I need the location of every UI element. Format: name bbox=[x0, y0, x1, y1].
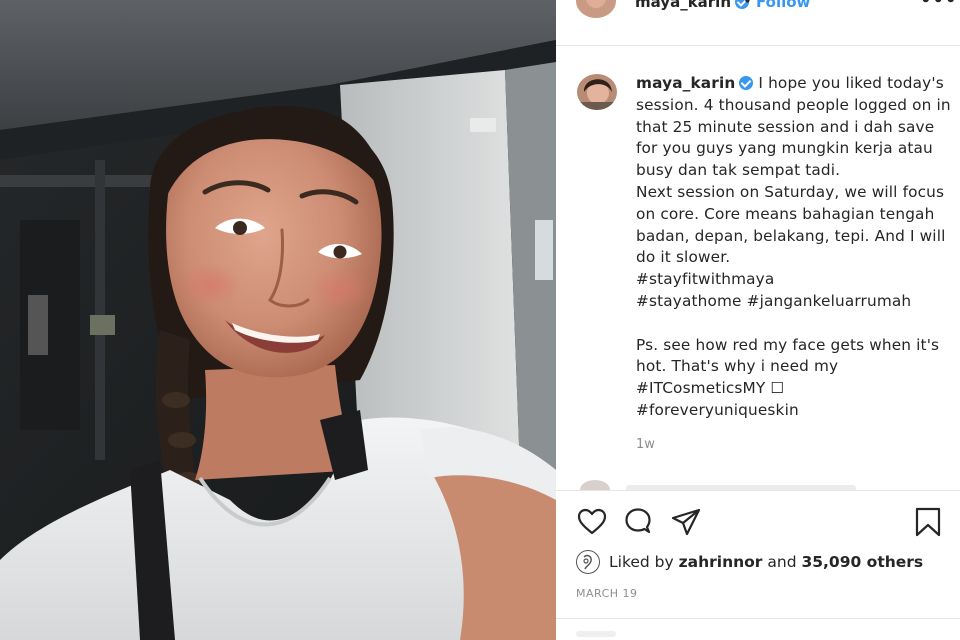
likes-count[interactable]: 35,090 others bbox=[801, 553, 923, 571]
separator-dot: • bbox=[743, 0, 752, 10]
caption-section: maya_karin I hope you liked today's sess… bbox=[556, 60, 960, 490]
post-header: maya_karin • Follow ••• bbox=[556, 0, 960, 46]
post-date: MARCH 19 bbox=[576, 587, 638, 600]
hashtag-itcosmeticsmy[interactable]: #ITCosmeticsMY bbox=[636, 379, 765, 397]
selfie-image bbox=[0, 0, 556, 640]
comment-bubble-icon[interactable] bbox=[622, 506, 654, 538]
heart-icon[interactable] bbox=[576, 506, 608, 538]
add-comment-peek[interactable] bbox=[576, 631, 616, 637]
follow-button[interactable]: Follow bbox=[756, 0, 810, 11]
header-username[interactable]: maya_karin bbox=[635, 0, 750, 11]
more-options-icon[interactable]: ••• bbox=[920, 0, 958, 11]
caption-username[interactable]: maya_karin bbox=[636, 74, 735, 92]
caption-body: I hope you liked today's session. 4 thou… bbox=[636, 74, 951, 267]
liker-username[interactable]: zahrinnor bbox=[679, 553, 763, 571]
hashtag-foreveryuniqueskin[interactable]: #foreveryuniqueskin bbox=[636, 401, 799, 419]
divider bbox=[556, 618, 960, 619]
likes-row[interactable]: Liked by zahrinnor and 35,090 others bbox=[576, 549, 923, 575]
comment-avatar-peek bbox=[580, 480, 610, 490]
verified-badge-icon bbox=[739, 76, 754, 90]
caption-avatar[interactable] bbox=[577, 74, 617, 110]
hashtag-stayfitwithmaya[interactable]: #stayfitwithmaya bbox=[636, 270, 774, 288]
post-photo[interactable] bbox=[0, 0, 556, 640]
post-sidebar: maya_karin • Follow ••• maya_karin I hop… bbox=[556, 0, 960, 640]
hashtags-stayathome[interactable]: #stayathome #jangankeluarrumah bbox=[636, 292, 911, 310]
emoji-glyph: ☐ bbox=[765, 379, 785, 398]
paper-plane-icon[interactable] bbox=[670, 506, 702, 538]
actions-bar: Liked by zahrinnor and 35,090 others MAR… bbox=[556, 490, 960, 640]
likes-text: Liked by zahrinnor and 35,090 others bbox=[609, 553, 924, 571]
bookmark-icon[interactable] bbox=[912, 506, 944, 538]
post-timestamp[interactable]: 1w bbox=[636, 437, 655, 452]
caption-ps: Ps. see how red my face gets when it's h… bbox=[636, 335, 940, 376]
avatar[interactable] bbox=[576, 0, 616, 18]
caption-text: maya_karin I hope you liked today's sess… bbox=[636, 73, 954, 422]
likes-avatar-icon bbox=[576, 550, 600, 574]
